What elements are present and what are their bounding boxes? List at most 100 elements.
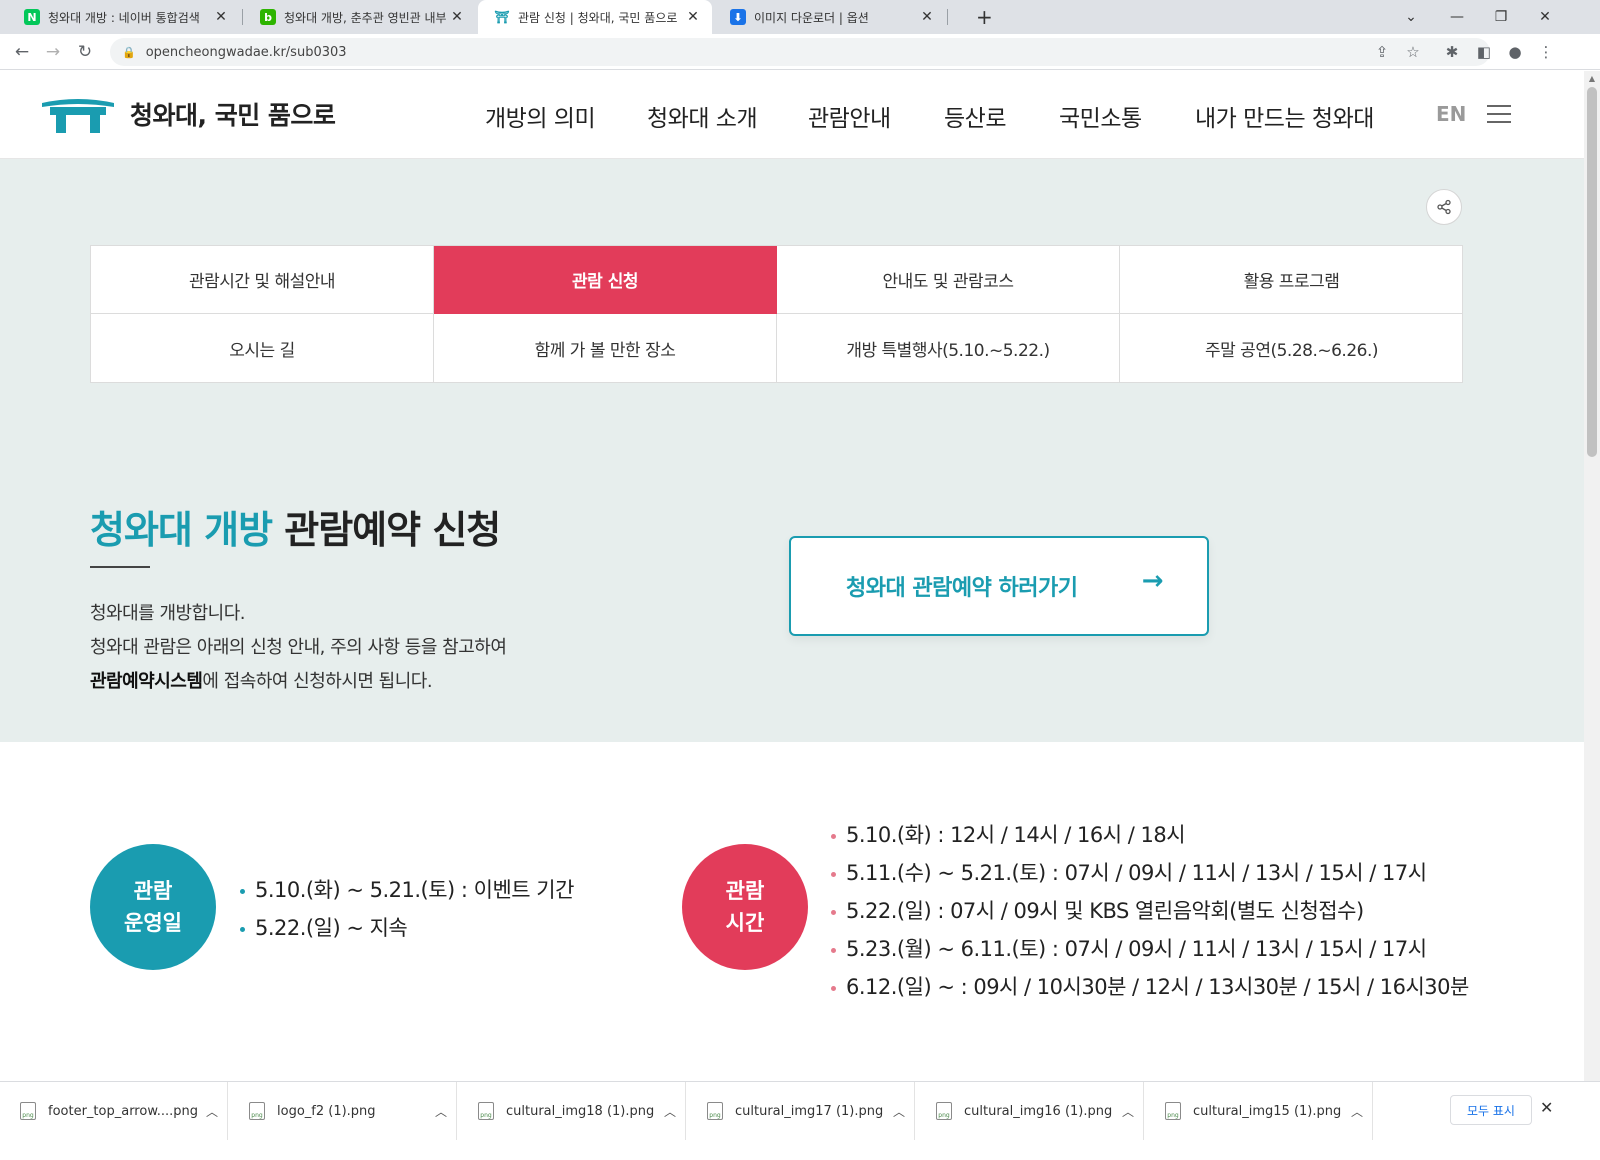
download-filename: cultural_img16 (1).png (964, 1103, 1113, 1119)
list-item: 5.22.(일) ~ 지속 (240, 909, 574, 947)
show-all-downloads-button[interactable]: 모두 표시 (1450, 1095, 1532, 1125)
browser-tab-active[interactable]: ⛩ 관람 신청 | 청와대, 국민 품으로 ✕ (478, 0, 712, 34)
close-icon[interactable]: ✕ (448, 9, 466, 25)
url-text: opencheongwadae.kr/sub0303 (145, 44, 347, 60)
subnav-nearby-places[interactable]: 함께 가 볼 만한 장소 (434, 314, 777, 382)
share-page-icon[interactable]: ⇪ (1370, 40, 1394, 64)
go-reservation-button[interactable]: 청와대 관람예약 하러가기 → (789, 536, 1209, 636)
share-icon[interactable] (1426, 189, 1462, 225)
tab-title: 청와대 개방, 춘추관 영빈관 내부 (284, 10, 447, 25)
operation-days-badge: 관람 운영일 (90, 844, 216, 970)
download-item[interactable]: png footer_top_arrow....png ︿ (0, 1082, 228, 1140)
close-icon[interactable]: ✕ (684, 9, 702, 25)
nav-item-communication[interactable]: 국민소통 (1059, 99, 1142, 133)
bookmark-star-icon[interactable]: ☆ (1401, 40, 1425, 64)
subnav-apply-active[interactable]: 관람 신청 (434, 246, 777, 314)
intro-line: 청와대를 개방합니다. (90, 603, 245, 624)
png-file-icon: png (478, 1102, 494, 1120)
subnav-programs[interactable]: 활용 프로그램 (1120, 246, 1463, 314)
badge-line: 시간 (725, 911, 765, 935)
lock-icon: 🔒 (122, 45, 136, 59)
download-filename: cultural_img17 (1).png (735, 1103, 884, 1119)
hero-section: 관람시간 및 해설안내 관람 신청 안내도 및 관람코스 활용 프로그램 오시는… (0, 159, 1584, 742)
minimize-icon[interactable]: — (1434, 0, 1480, 34)
chevron-up-icon[interactable]: ︿ (884, 1103, 914, 1120)
badge-line: 관람 (725, 879, 765, 903)
nav-item-about[interactable]: 청와대 소개 (647, 99, 758, 133)
download-item[interactable]: png cultural_img17 (1).png ︿ (687, 1082, 915, 1140)
go-reservation-label: 청와대 관람예약 하러가기 (846, 576, 1078, 601)
chevron-up-icon[interactable]: ︿ (426, 1103, 456, 1120)
title-divider (90, 566, 150, 568)
tab-title: 청와대 개방 : 네이버 통합검색 (48, 10, 200, 25)
back-icon[interactable]: ← (10, 40, 34, 64)
subnav-directions[interactable]: 오시는 길 (91, 314, 434, 382)
download-item[interactable]: png cultural_img16 (1).png ︿ (916, 1082, 1144, 1140)
chevron-up-icon[interactable]: ︿ (197, 1103, 227, 1120)
png-file-icon: png (249, 1102, 265, 1120)
page-title: 청와대 개방 관람예약 신청 (90, 499, 501, 554)
nav-item-opening-meaning[interactable]: 개방의 의미 (485, 99, 596, 133)
site-logo[interactable]: 청와대, 국민 품으로 (40, 95, 336, 133)
png-file-icon: png (936, 1102, 952, 1120)
subnav-special-events[interactable]: 개방 특별행사(5.10.~5.22.) (777, 314, 1120, 382)
tab-separator (242, 9, 243, 25)
list-item: 5.22.(일) : 07시 / 09시 및 KBS 열린음악회(별도 신청접수… (831, 892, 1469, 930)
profile-avatar-icon[interactable]: ● (1503, 40, 1527, 64)
new-tab-icon[interactable]: + (976, 5, 993, 29)
download-filename: footer_top_arrow....png (48, 1103, 197, 1119)
intro-line: 청와대 관람은 아래의 신청 안내, 주의 사항 등을 참고하여 (90, 637, 507, 658)
download-item[interactable]: png cultural_img18 (1).png ︿ (458, 1082, 686, 1140)
subnav-hours-guide[interactable]: 관람시간 및 해설안내 (91, 246, 434, 314)
list-item: 5.23.(월) ~ 6.11.(토) : 07시 / 09시 / 11시 / … (831, 930, 1469, 968)
restore-icon[interactable]: ❐ (1478, 0, 1524, 34)
forward-icon[interactable]: → (41, 40, 65, 64)
chevron-up-icon[interactable]: ︿ (655, 1103, 685, 1120)
intro-line-rest: 에 접속하여 신청하시면 됩니다. (202, 671, 433, 692)
reload-icon[interactable]: ↻ (73, 40, 97, 64)
browser-menu-icon[interactable]: ⋮ (1534, 40, 1558, 64)
close-downloads-icon[interactable]: ✕ (1540, 1098, 1553, 1117)
png-file-icon: png (20, 1102, 36, 1120)
download-item[interactable]: png cultural_img15 (1).png ︿ (1145, 1082, 1373, 1140)
badge-line: 관람 (133, 879, 173, 903)
subnav-weekend-shows[interactable]: 주말 공연(5.28.~6.26.) (1120, 314, 1463, 382)
language-toggle[interactable]: EN (1436, 102, 1466, 126)
nav-item-visit-guide[interactable]: 관람안내 (808, 99, 891, 133)
chevron-up-icon[interactable]: ︿ (1113, 1103, 1143, 1120)
subnav-map-course[interactable]: 안내도 및 관람코스 (777, 246, 1120, 314)
download-item[interactable]: png logo_f2 (1).png ︿ (229, 1082, 457, 1140)
scrollbar-thumb[interactable] (1587, 87, 1597, 457)
url-field[interactable]: 🔒 opencheongwadae.kr/sub0303 (110, 38, 1490, 66)
close-icon[interactable]: ✕ (918, 9, 936, 25)
tab-separator (947, 9, 948, 25)
scroll-up-icon[interactable]: ▲ (1587, 74, 1597, 83)
sub-navigation: 관람시간 및 해설안내 관람 신청 안내도 및 관람코스 활용 프로그램 오시는… (90, 245, 1463, 383)
close-icon[interactable]: ✕ (212, 9, 230, 25)
list-item: 5.10.(화) : 12시 / 14시 / 16시 / 18시 (831, 816, 1469, 854)
list-item: 5.11.(수) ~ 5.21.(토) : 07시 / 09시 / 11시 / … (831, 854, 1469, 892)
visit-hours-badge: 관람 시간 (682, 844, 808, 970)
page-scrollbar[interactable]: ▲ ▼ (1584, 71, 1600, 1101)
tab-search-icon[interactable]: ⌄ (1388, 0, 1434, 34)
download-icon: ⬇ (730, 9, 746, 25)
extensions-icon[interactable]: ✱ (1440, 40, 1464, 64)
window-close-icon[interactable]: ✕ (1522, 0, 1568, 34)
browser-tab[interactable]: b 청와대 개방, 춘추관 영빈관 내부 ✕ (244, 0, 476, 34)
cheongwadae-icon: ⛩ (494, 9, 510, 25)
nav-item-trail[interactable]: 등산로 (944, 99, 1006, 133)
chevron-up-icon[interactable]: ︿ (1342, 1103, 1372, 1120)
browser-tab[interactable]: N 청와대 개방 : 네이버 통합검색 ✕ (8, 0, 240, 34)
side-panel-icon[interactable]: ◧ (1472, 40, 1496, 64)
list-item: 5.10.(화) ~ 5.21.(토) : 이벤트 기간 (240, 871, 574, 909)
logo-text: 청와대, 국민 품으로 (130, 101, 336, 130)
nav-item-my-cheongwadae[interactable]: 내가 만드는 청와대 (1195, 99, 1374, 133)
browser-tab-bar: N 청와대 개방 : 네이버 통합검색 ✕ b 청와대 개방, 춘추관 영빈관 … (0, 0, 1600, 34)
address-bar: ← → ↻ 🔒 opencheongwadae.kr/sub0303 ⇪ ☆ ✱… (0, 34, 1600, 70)
visit-info-section: 관람 운영일 5.10.(화) ~ 5.21.(토) : 이벤트 기간 5.22… (0, 742, 1584, 1101)
browser-tab[interactable]: ⬇ 이미지 다운로더 | 옵션 ✕ (714, 0, 946, 34)
arrow-right-icon: → (1141, 566, 1164, 596)
png-file-icon: png (1165, 1102, 1181, 1120)
tab-title: 이미지 다운로더 | 옵션 (754, 10, 869, 25)
hamburger-menu-icon[interactable] (1487, 105, 1511, 123)
